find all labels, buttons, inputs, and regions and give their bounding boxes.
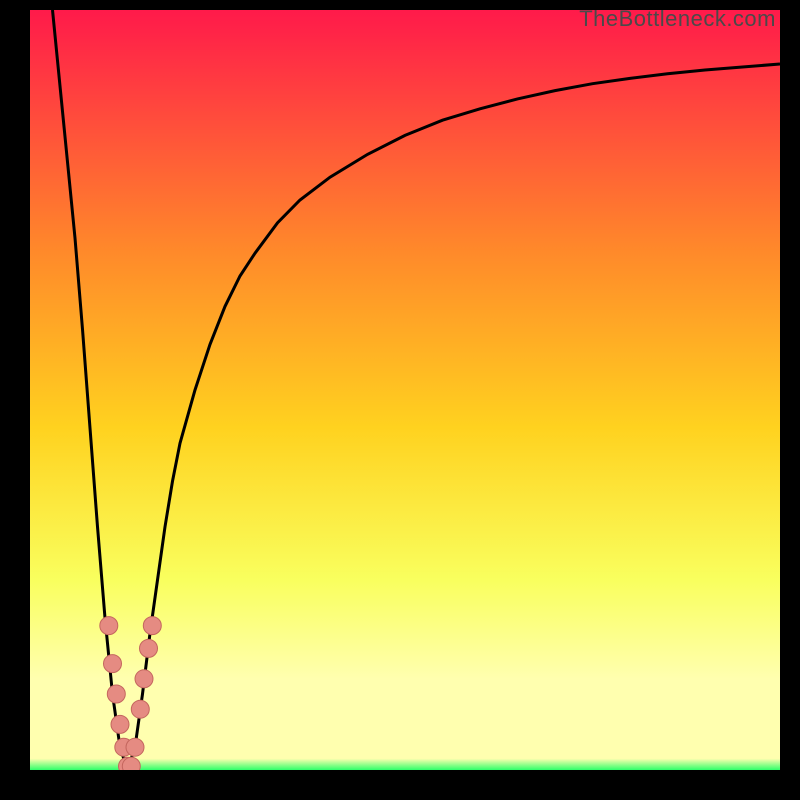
bottleneck-curve — [53, 10, 781, 770]
data-dot — [135, 670, 153, 688]
plot-area — [30, 10, 780, 770]
data-dot — [107, 685, 125, 703]
data-dot — [126, 738, 144, 756]
data-dot — [131, 700, 149, 718]
data-dot — [122, 757, 140, 770]
data-dot — [100, 617, 118, 635]
data-dot — [104, 655, 122, 673]
data-dots — [100, 617, 162, 770]
curve-layer — [30, 10, 780, 770]
data-dot — [111, 715, 129, 733]
watermark-text: TheBottleneck.com — [579, 6, 776, 32]
data-dot — [143, 617, 161, 635]
data-dot — [140, 639, 158, 657]
chart-stage: TheBottleneck.com — [0, 0, 800, 800]
